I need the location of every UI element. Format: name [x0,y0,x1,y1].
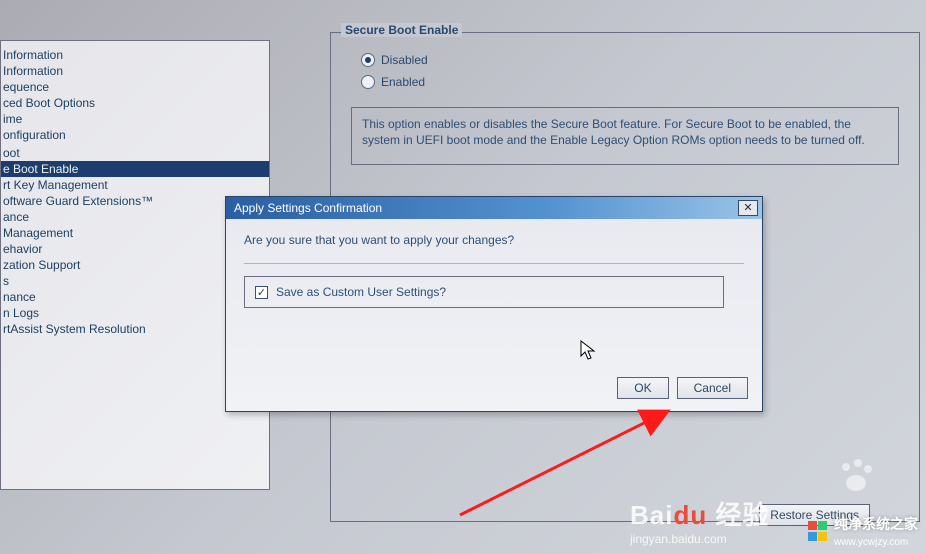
dialog-title: Apply Settings Confirmation [234,201,382,215]
watermark-baidu: Baidu 经验 jingyan.baidu.com [630,495,769,546]
sidebar-item[interactable]: rt Key Management [1,177,269,193]
dialog-body: Are you sure that you want to apply your… [226,219,762,318]
radio-enabled[interactable]: Enabled [361,75,907,89]
ok-button[interactable]: OK [617,377,668,399]
watermark-paw-icon [836,457,876,506]
sidebar-item[interactable]: ime [1,111,269,127]
sidebar-item-secure-boot-enable[interactable]: e Boot Enable [1,161,269,177]
save-as-custom-checkbox-row[interactable]: ✓ Save as Custom User Settings? [244,276,724,308]
sidebar-item[interactable]: Information [1,47,269,63]
dialog-button-row: OK Cancel [617,377,748,399]
dialog-question-text: Are you sure that you want to apply your… [244,233,744,247]
apply-settings-dialog: Apply Settings Confirmation ✕ Are you su… [225,196,763,412]
radio-disabled[interactable]: Disabled [361,53,907,67]
fieldset-legend: Secure Boot Enable [341,23,462,37]
option-description: This option enables or disables the Secu… [351,107,899,165]
dialog-titlebar[interactable]: Apply Settings Confirmation ✕ [226,197,762,219]
sidebar-item[interactable]: equence [1,79,269,95]
sidebar-item[interactable]: ced Boot Options [1,95,269,111]
bios-setup-screen: Information Information equence ced Boot… [0,0,926,554]
radio-icon [361,53,375,67]
radio-enabled-label: Enabled [381,75,425,89]
windows-logo-icon [808,521,828,541]
close-icon[interactable]: ✕ [738,200,758,216]
checkbox-icon[interactable]: ✓ [255,286,268,299]
sidebar-item[interactable]: Information [1,63,269,79]
radio-disabled-label: Disabled [381,53,428,67]
watermark-site: 纯净系统之家 www.ycwjzy.com [808,514,918,548]
checkbox-label: Save as Custom User Settings? [276,285,446,299]
dialog-divider [244,263,744,264]
radio-icon [361,75,375,89]
cancel-button[interactable]: Cancel [677,377,748,399]
sidebar-item[interactable]: oot [1,145,269,161]
sidebar-item[interactable]: onfiguration [1,127,269,143]
